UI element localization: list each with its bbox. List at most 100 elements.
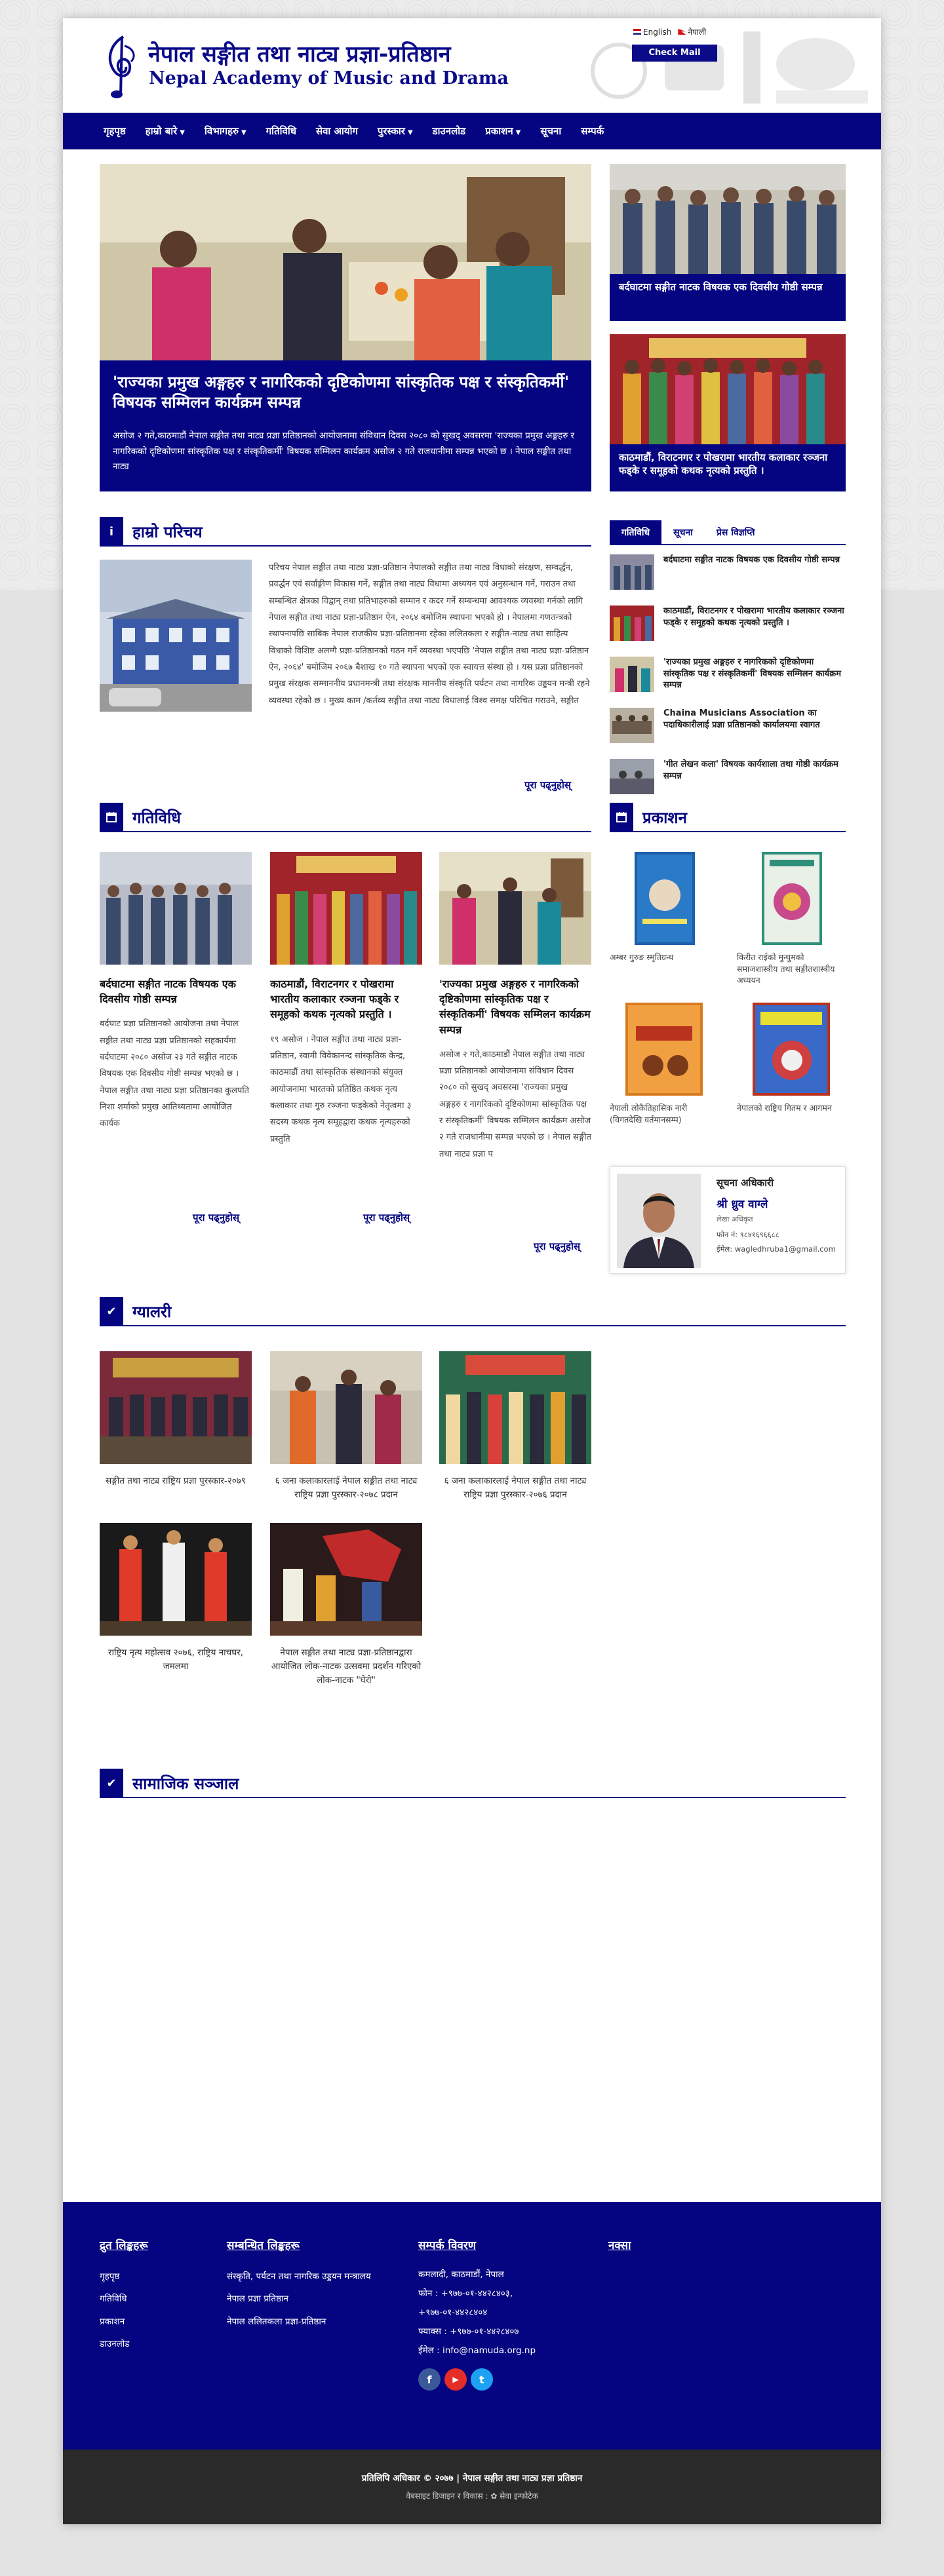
lang-english-link[interactable]: English — [633, 26, 671, 37]
nav-item-departments[interactable]: विभागहरु ▼ — [205, 125, 246, 138]
footer-link[interactable]: गतिविधि — [100, 2288, 148, 2310]
footer-map-heading[interactable]: नक्सा — [608, 2237, 631, 2252]
about-section-heading: i हाम्रो परिचय — [100, 517, 591, 547]
nav-label: सेवा आयोग — [315, 125, 358, 137]
calendar-icon — [610, 803, 633, 832]
news-thumbnail — [610, 708, 654, 743]
tab-activities[interactable]: गतिविधि — [610, 520, 662, 544]
publication-caption: नेपाली लोकैतिहासिक नारी (विगतदेखि वर्तमा… — [610, 1103, 688, 1125]
nav-item-notices[interactable]: सूचना — [540, 125, 561, 138]
nav-label: डाउनलोड — [432, 125, 466, 137]
news-title: 'राज्यका प्रमुख अङ्गहरु र नागरिकको दृष्ट… — [663, 657, 841, 691]
gallery-photo — [439, 1351, 591, 1464]
side-news-card[interactable]: बर्दघाटमा सङ्गीत नाटक विषयक एक दिवसीय गो… — [610, 164, 846, 321]
activities-heading-title: गतिविधि — [132, 808, 181, 827]
nav-item-download[interactable]: डाउनलोड — [433, 125, 466, 138]
page-container: नेपाल सङ्गीत तथा नाट्य प्रज्ञा-प्रतिष्ठा… — [63, 18, 881, 2524]
footer-link[interactable]: नेपाल प्रज्ञा प्रतिष्ठान — [227, 2288, 371, 2310]
instruments-decoration — [591, 31, 868, 104]
nav-item-home[interactable]: गृहपृष्ठ — [104, 125, 126, 138]
hero-slider[interactable]: 'राज्यका प्रमुख अङ्गहरु र नागरिकको दृष्ट… — [100, 164, 591, 491]
side-news-card[interactable]: काठमाडौं, विराटनगर र पोखरामा भारतीय कलाक… — [610, 334, 846, 491]
news-list-item[interactable]: 'राज्यका प्रमुख अङ्गहरु र नागरिकको दृष्ट… — [610, 657, 846, 699]
contact-email[interactable]: ईमेल : info@namuda.org.np — [418, 2341, 536, 2360]
copyright-bar: प्रतिलिपि अधिकार © २०७७ | नेपाल सङ्गीत त… — [63, 2450, 881, 2524]
gallery-caption: नेपाल सङ्गीत तथा नाट्य प्रज्ञा-प्रतिष्ठा… — [271, 1647, 422, 1685]
footer-link[interactable]: नेपाल ललितकला प्रज्ञा-प्रतिष्ठान — [227, 2311, 371, 2333]
gallery-photo — [270, 1523, 422, 1636]
publication-card[interactable]: नेपालको राष्ट्रिय गितम र आगमन — [737, 1000, 846, 1114]
activity-read-more-link[interactable]: पूरा पढ्नुहोस् — [193, 1211, 239, 1224]
footer-quick-links-heading: द्रुत लिङ्कहरू — [100, 2239, 148, 2252]
about-heading-title: हाम्रो परिचय — [132, 522, 203, 541]
lang-nepali-link[interactable]: नेपाली — [678, 26, 706, 37]
nav-item-publications[interactable]: प्रकाशन ▼ — [485, 125, 521, 138]
news-list-item[interactable]: 'गीत लेखन कला' विषयक कार्यशाला तथा गोष्ठ… — [610, 759, 846, 801]
social-icons: f ▶ t — [418, 2368, 536, 2391]
activity-title[interactable]: काठमाडौं, विराटनगर र पोखरामा भारतीय कलाक… — [270, 976, 422, 1022]
gallery-heading-title: ग्यालरी — [132, 1302, 172, 1321]
nepal-flag-icon — [678, 29, 686, 35]
nav-item-awards[interactable]: पुरस्कार ▼ — [378, 125, 413, 138]
activity-read-more-link[interactable]: पूरा पढ्नुहोस् — [363, 1211, 410, 1224]
nav-item-about[interactable]: हाम्रो बारे ▼ — [146, 125, 185, 138]
tab-press-release[interactable]: प्रेस विज्ञप्ति — [705, 520, 767, 544]
activity-photo[interactable] — [100, 852, 252, 965]
gallery-item[interactable]: सङ्गीत तथा नाट्य राष्ट्रिय प्रज्ञा पुरस्… — [100, 1351, 252, 1488]
news-list-item[interactable]: Chaina Musicians Association का पदाधिकार… — [610, 708, 846, 750]
nav-item-activities[interactable]: गतिविधि — [266, 125, 296, 138]
nav-item-contact[interactable]: सम्पर्क — [581, 125, 604, 138]
developer-credit[interactable]: वेबसाइट डिजाइन र विकास : ✿ सेवा इन्फोटेक — [63, 2490, 881, 2501]
site-header: नेपाल सङ्गीत तथा नाट्य प्रज्ञा-प्रतिष्ठा… — [63, 18, 881, 113]
gallery-item[interactable]: राष्ट्रिय नृत्य महोत्सव २०७६, राष्ट्रिय … — [100, 1523, 252, 1674]
news-thumbnail — [610, 606, 654, 641]
tab-notices[interactable]: सूचना — [661, 520, 705, 544]
nav-label: हाम्रो बारे — [145, 125, 178, 137]
academy-logo-icon — [108, 35, 135, 98]
publication-card[interactable]: अम्बर गुरुङ स्मृतिग्रन्थ — [610, 849, 718, 963]
activity-read-more-link[interactable]: पूरा पढ्नुहोस् — [534, 1240, 580, 1253]
activity-card: काठमाडौं, विराटनगर र पोखरामा भारतीय कलाक… — [270, 852, 422, 1147]
about-read-more-link[interactable]: पूरा पढ्नुहोस् — [524, 779, 571, 792]
social-section-heading: ✔ सामाजिक सञ्जाल — [100, 1769, 846, 1798]
side-news-caption: काठमाडौं, विराटनगर र पोखरामा भारतीय कलाक… — [619, 452, 828, 477]
gallery-item[interactable]: ६ जना कलाकारलाई नेपाल सङ्गीत तथा नाट्य र… — [439, 1351, 591, 1502]
caret-down-icon: ▼ — [515, 129, 521, 136]
gallery-item[interactable]: नेपाल सङ्गीत तथा नाट्य प्रज्ञा-प्रतिष्ठा… — [270, 1523, 422, 1687]
news-list-item[interactable]: बर्दघाटमा सङ्गीत नाटक विषयक एक दिवसीय गो… — [610, 554, 846, 596]
footer-contact-heading: सम्पर्क विवरण — [418, 2239, 477, 2252]
footer-link[interactable]: प्रकाशन — [100, 2311, 148, 2333]
contact-fax: फ्याक्स : +९७७-०१-४४२८४०७ — [418, 2326, 519, 2337]
nav-label: प्रकाशन — [485, 125, 513, 137]
footer-link[interactable]: संस्कृति, पर्यटन तथा नागरिक उड्डयन मन्त्… — [227, 2265, 371, 2288]
activity-title[interactable]: 'राज्यका प्रमुख अङ्गहरु र नागरिकको दृष्ट… — [439, 976, 591, 1037]
nav-label: गृहपृष्ठ — [104, 125, 126, 137]
news-list-item[interactable]: काठमाडौं, विराटनगर र पोखरामा भारतीय कलाक… — [610, 606, 846, 647]
nav-item-service-commission[interactable]: सेवा आयोग — [316, 125, 358, 138]
book-cover — [753, 1003, 830, 1096]
facebook-icon[interactable]: f — [418, 2368, 441, 2391]
news-title: काठमाडौं, विराटनगर र पोखरामा भारतीय कलाक… — [663, 606, 844, 628]
activity-photo[interactable] — [270, 852, 422, 965]
gallery-caption: सङ्गीत तथा नाट्य राष्ट्रिय प्रज्ञा पुरस्… — [106, 1476, 246, 1486]
publication-card[interactable]: नेपाली लोकैतिहासिक नारी (विगतदेखि वर्तमा… — [610, 1000, 718, 1125]
youtube-icon[interactable]: ▶ — [444, 2368, 467, 2391]
hero-title[interactable]: 'राज्यका प्रमुख अङ्गहरु र नागरिकको दृष्ट… — [113, 372, 578, 413]
book-cover — [762, 852, 822, 945]
news-thumbnail — [610, 554, 654, 590]
info-officer-email[interactable]: ईमेल: wagledhruba1@gmail.com — [717, 1244, 836, 1254]
footer-map: नक्सा — [608, 2237, 631, 2265]
activity-summary: बर्दघाट प्रज्ञा प्रतिष्ठानको आयोजना तथा … — [100, 1019, 250, 1129]
activity-summary: १९ असोज । नेपाल सङ्गीत तथा नाट्य प्रज्ञा… — [270, 1034, 412, 1144]
footer-contact: सम्पर्क विवरण कमलादी, काठमाडौं, नेपाल फो… — [418, 2237, 536, 2391]
gallery-item[interactable]: ६ जना कलाकारलाई नेपाल सङ्गीत तथा नाट्य र… — [270, 1351, 422, 1502]
twitter-icon[interactable]: t — [471, 2368, 493, 2391]
publication-card[interactable]: किरीत राईको मुन्धुमको समाजशास्त्रीय तथा … — [737, 849, 846, 986]
footer-link[interactable]: गृहपृष्ठ — [100, 2265, 148, 2288]
footer-link[interactable]: डाउनलोड — [100, 2333, 148, 2355]
activity-photo[interactable] — [439, 852, 591, 965]
publication-caption: किरीत राईको मुन्धुमको समाजशास्त्रीय तथा … — [737, 952, 835, 985]
calendar-icon — [100, 803, 123, 832]
activity-title[interactable]: बर्दघाटमा सङ्गीत नाटक विषयक एक दिवसीय गो… — [100, 976, 252, 1007]
check-mail-button[interactable]: Check Mail — [632, 45, 717, 62]
